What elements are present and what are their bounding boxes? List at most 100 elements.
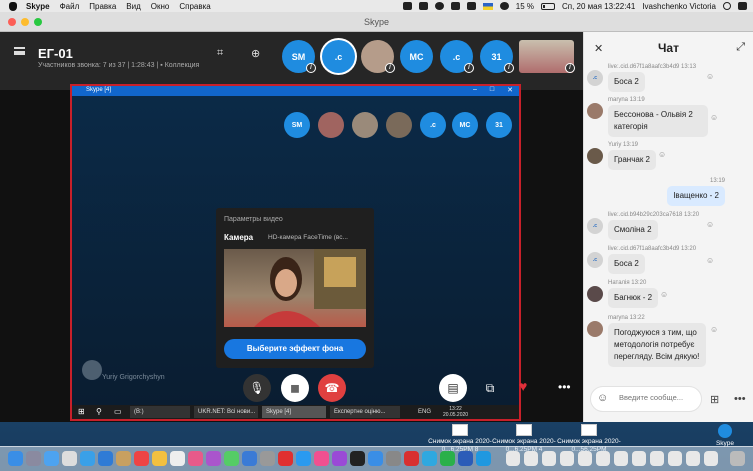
screen-share-icon[interactable]: ⌗ (217, 47, 223, 60)
battery-icon[interactable] (541, 2, 555, 10)
chat-input[interactable] (619, 393, 699, 402)
menu-edit[interactable]: Правка (89, 2, 116, 11)
dock-app-icon[interactable] (134, 451, 149, 466)
self-video-thumbnail[interactable]: / (519, 40, 575, 73)
dock-app-icon[interactable] (98, 451, 113, 466)
reaction-icon[interactable]: ☺ (706, 220, 714, 229)
dock-thumbnail[interactable] (614, 451, 628, 466)
mute-mic-button[interactable]: 🎙 (243, 374, 271, 402)
participant-avatar[interactable]: SM / (282, 40, 316, 73)
tv-icon[interactable] (350, 451, 365, 466)
status-app-icon[interactable] (450, 2, 460, 10)
dock-app-icon[interactable] (170, 451, 185, 466)
taskbar-item[interactable]: (B:) (130, 406, 190, 418)
menu-view[interactable]: Вид (126, 2, 140, 11)
settings-icon[interactable] (386, 451, 401, 466)
menu-window[interactable]: Окно (151, 2, 170, 11)
participant-avatar[interactable]: .c (322, 40, 355, 73)
word-icon[interactable] (458, 451, 473, 466)
app-store-icon[interactable] (44, 451, 59, 466)
dock-app-icon[interactable] (422, 451, 437, 466)
dock-thumbnail[interactable] (704, 451, 718, 466)
wifi-icon[interactable] (499, 2, 509, 10)
chat-toggle-button[interactable]: ▤ (439, 374, 467, 402)
dock-app-icon[interactable] (260, 451, 275, 466)
dock-app-icon[interactable] (278, 451, 293, 466)
chat-message[interactable]: maryna 13:19 Бессонова - Ольвія 2 катего… (587, 97, 718, 137)
search-icon[interactable] (723, 2, 731, 10)
participant-avatar[interactable]: MC (400, 40, 433, 73)
notes-icon[interactable] (152, 451, 167, 466)
reaction-icon[interactable]: ☺ (658, 150, 666, 159)
minimize-icon[interactable]: – (473, 86, 477, 94)
participant-avatar[interactable]: / (361, 40, 395, 73)
search-icon[interactable]: ⚲ (96, 407, 108, 417)
control-center-icon[interactable] (738, 2, 747, 10)
more-options-icon[interactable]: ••• (558, 380, 571, 394)
expand-chat-icon[interactable]: ⤢ (736, 41, 745, 54)
chat-message[interactable]: .c live:.cid.b94b29c203ca7618 13:20 Смол… (587, 212, 714, 240)
attach-icon[interactable]: ⊞ (710, 393, 719, 406)
task-view-icon[interactable]: ▭ (114, 407, 126, 417)
background-effect-button[interactable]: Выберите эффект фона (224, 339, 366, 359)
safari-icon[interactable] (80, 451, 95, 466)
chat-message[interactable]: 13:19 Іващенко - 2 (667, 178, 725, 206)
participant-avatar[interactable]: 31 / (480, 40, 514, 73)
desktop-app[interactable]: Skype (703, 424, 747, 448)
dock-app-icon[interactable] (116, 451, 131, 466)
switch-view-button[interactable]: ⧉ (476, 374, 504, 402)
chat-message[interactable]: .c live:.cid.d67f1a8aafc3b4d9 13:13 Боса… (587, 64, 714, 92)
taskbar-item[interactable]: Skype [4] (262, 406, 326, 418)
status-app-icon[interactable] (466, 2, 476, 10)
podcasts-icon[interactable] (332, 451, 347, 466)
add-participant-icon[interactable]: ⊕ (251, 47, 260, 60)
dock-app-icon[interactable] (296, 451, 311, 466)
close-icon[interactable]: ✕ (507, 86, 513, 94)
menu-icon[interactable] (14, 47, 25, 55)
menu-help[interactable]: Справка (179, 2, 210, 11)
dock-thumbnail[interactable] (686, 451, 700, 466)
skype-dock-icon[interactable] (476, 451, 491, 466)
taskbar-lang[interactable]: ENG (418, 409, 431, 415)
maximize-icon[interactable]: □ (490, 86, 494, 94)
dock-thumbnail[interactable] (560, 451, 574, 466)
chat-message[interactable]: .c live:.cid.d67f1a8aafc3b4d9 13:20 Боса… (587, 246, 714, 274)
dock-app-icon[interactable] (242, 451, 257, 466)
dock-thumbnail[interactable] (524, 451, 538, 466)
reaction-icon[interactable]: ☺ (710, 325, 718, 334)
taskbar-item[interactable]: UKR.NET: Всі нови... (194, 406, 258, 418)
hang-up-button[interactable]: ☎ (318, 374, 346, 402)
dock-thumbnail[interactable] (542, 451, 556, 466)
chat-message[interactable]: Yuriy 13:19 Гранчак 2 ☺ (587, 142, 666, 170)
chat-message[interactable]: maryna 13:22 Погоджуюся з тим, що методо… (587, 315, 718, 367)
camera-button[interactable]: ◼ (281, 374, 309, 402)
reaction-icon[interactable]: ☺ (706, 72, 714, 81)
keyboard-layout-icon[interactable] (482, 2, 493, 10)
menu-app[interactable]: Skype (26, 2, 50, 11)
dock-thumbnail[interactable] (596, 451, 610, 466)
status-app-icon[interactable] (402, 2, 412, 10)
windows-start-icon[interactable]: ⊞ (78, 407, 90, 417)
battery-percent[interactable]: 15 % (516, 2, 534, 11)
reaction-icon[interactable]: ☺ (710, 113, 718, 122)
status-app-icon[interactable] (418, 2, 428, 10)
participant-avatar[interactable]: .c / (440, 40, 474, 73)
reaction-icon[interactable]: ☺ (660, 290, 668, 299)
reaction-icon[interactable]: ☺ (706, 256, 714, 265)
acrobat-icon[interactable] (404, 451, 419, 466)
dock-thumbnail[interactable] (506, 451, 520, 466)
close-chat-icon[interactable]: ✕ (594, 42, 603, 55)
more-chat-options-icon[interactable]: ••• (734, 393, 746, 405)
menubar-user[interactable]: Ivashchenko Victoria (642, 2, 716, 11)
dock-thumbnail[interactable] (578, 451, 592, 466)
dock-app-icon[interactable] (440, 451, 455, 466)
menu-file[interactable]: Файл (60, 2, 80, 11)
music-icon[interactable] (314, 451, 329, 466)
menubar-clock[interactable]: Сп, 20 мая 13:22:41 (562, 2, 635, 11)
emoji-icon[interactable]: ☺ (597, 392, 608, 404)
heart-reaction-icon[interactable]: ♥ (519, 378, 527, 394)
facetime-icon[interactable] (224, 451, 239, 466)
dock-app-icon[interactable] (188, 451, 203, 466)
dock-app-icon[interactable] (206, 451, 221, 466)
chrome-icon[interactable] (62, 451, 77, 466)
